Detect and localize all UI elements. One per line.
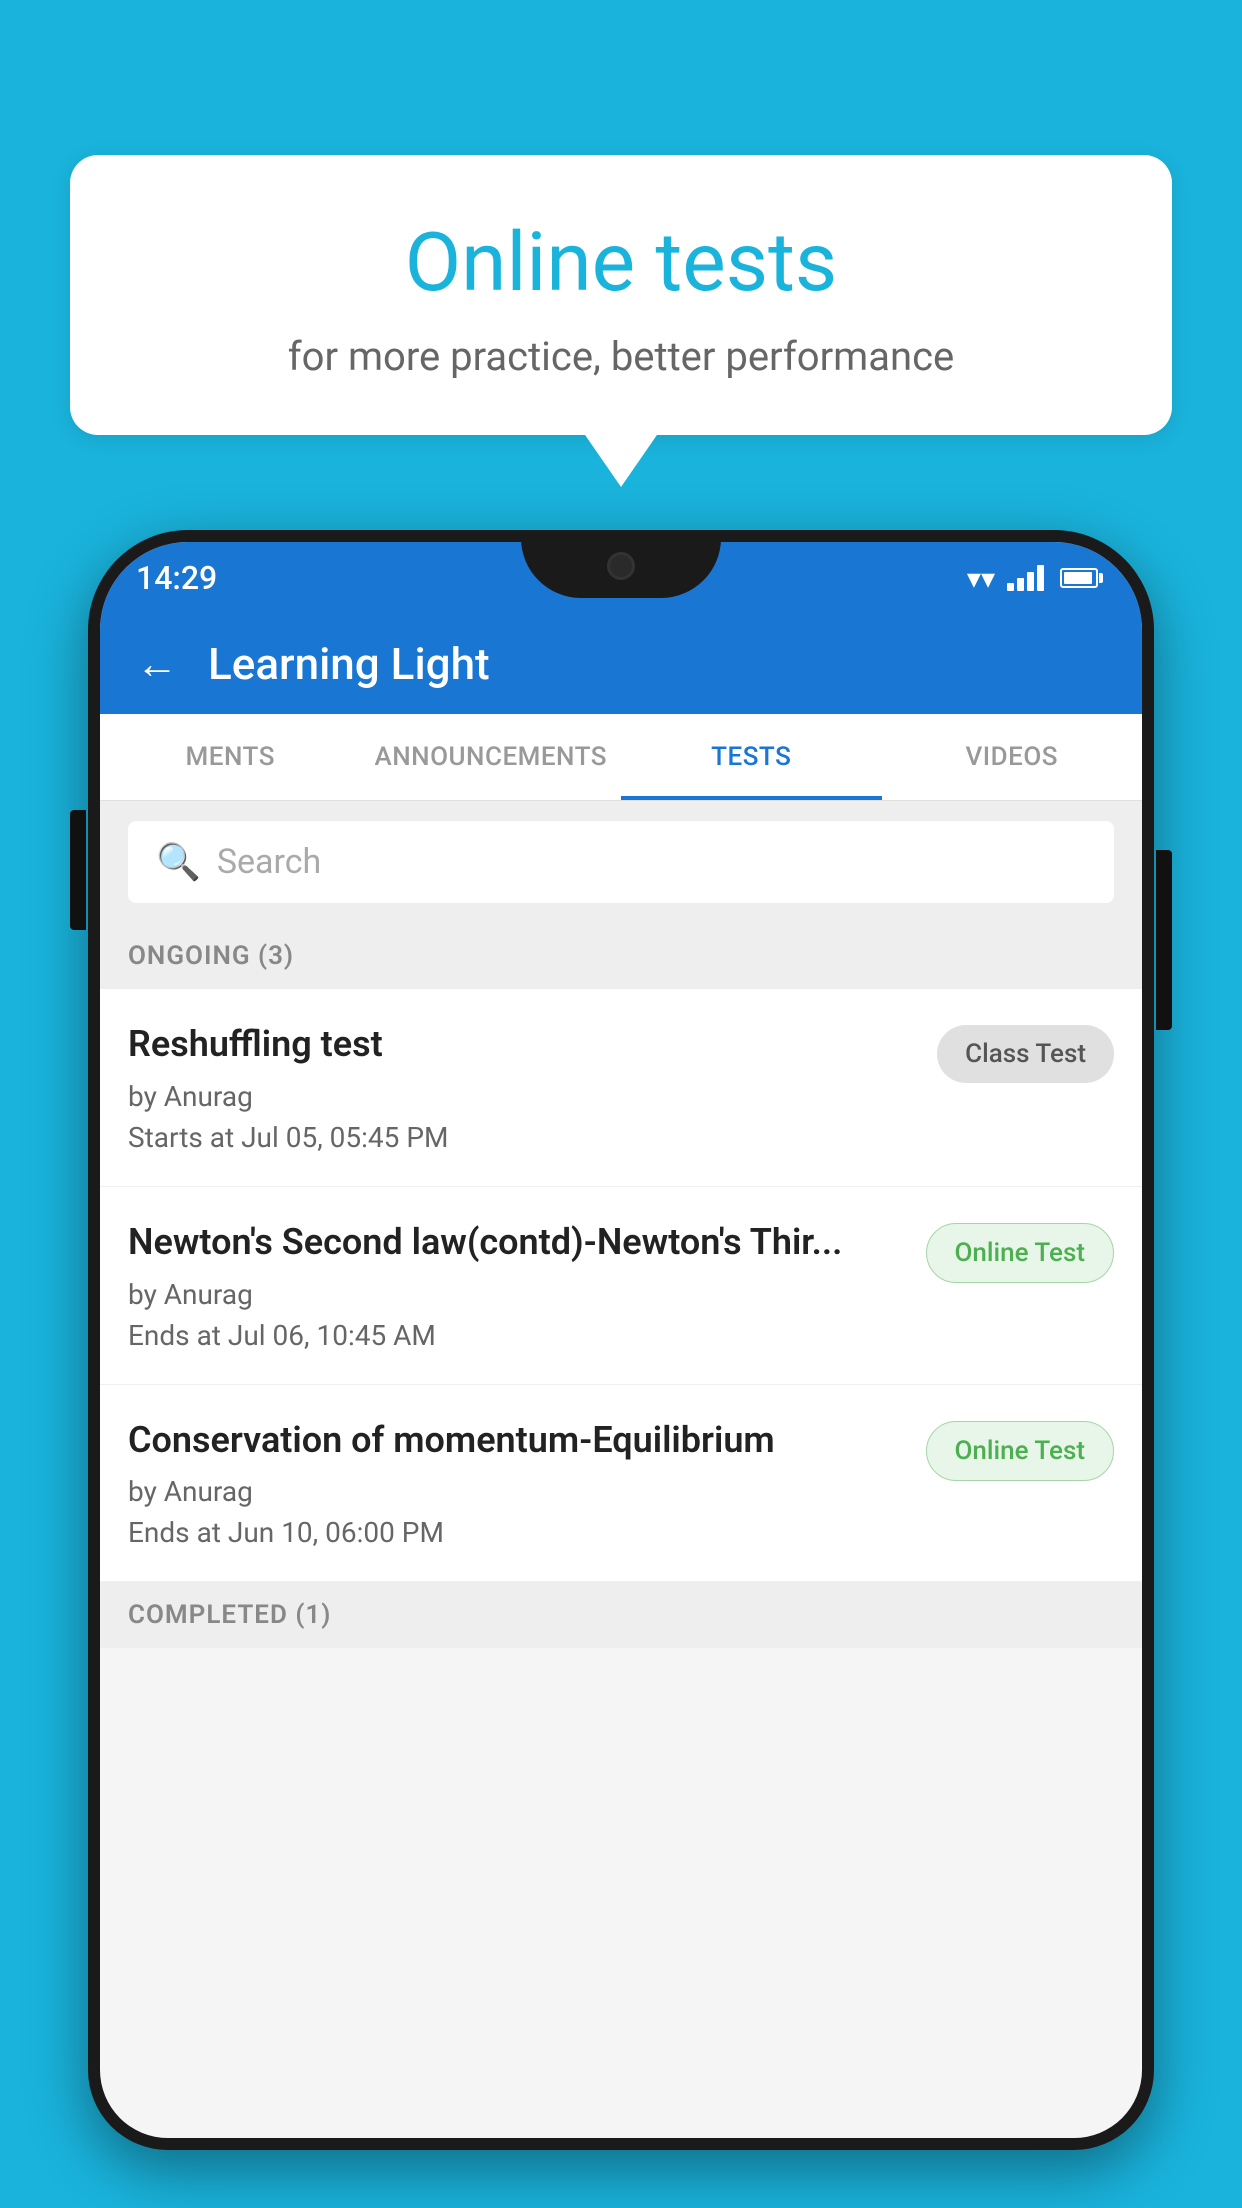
phone-screen: 14:29 ▾▾ ← Learning Light [100,542,1142,2138]
test-date: Starts at Jul 05, 05:45 PM [128,1121,917,1154]
bubble-title: Online tests [120,215,1122,311]
status-time: 14:29 [136,559,217,597]
online-test-badge: Online Test [926,1421,1115,1481]
ongoing-section-header: ONGOING (3) [100,923,1142,989]
test-info: Newton's Second law(contd)-Newton's Thir… [128,1219,906,1352]
back-button[interactable]: ← [136,640,178,689]
speech-bubble: Online tests for more practice, better p… [70,155,1172,435]
tabs-container: MENTS ANNOUNCEMENTS TESTS VIDEOS [100,714,1142,801]
camera [607,552,635,580]
search-bar[interactable]: 🔍 Search [128,821,1114,903]
app-header: ← Learning Light [100,614,1142,714]
bubble-subtitle: for more practice, better performance [120,333,1122,380]
battery-icon [1060,568,1098,588]
search-icon: 🔍 [156,841,201,883]
test-name: Conservation of momentum-Equilibrium [128,1417,906,1464]
test-author: by Anurag [128,1475,906,1508]
test-info: Conservation of momentum-Equilibrium by … [128,1417,906,1550]
test-date: Ends at Jul 06, 10:45 AM [128,1319,906,1352]
completed-section-header: COMPLETED (1) [100,1582,1142,1648]
signal-icon [1007,565,1044,591]
tab-tests[interactable]: TESTS [621,714,882,800]
test-info: Reshuffling test by Anurag Starts at Jul… [128,1021,917,1154]
status-icons: ▾▾ [967,562,1098,595]
search-placeholder: Search [217,842,321,882]
promo-banner: Online tests for more practice, better p… [70,155,1172,435]
tab-announcements[interactable]: ANNOUNCEMENTS [361,714,622,800]
online-test-badge: Online Test [926,1223,1115,1283]
tab-videos[interactable]: VIDEOS [882,714,1143,800]
phone-mockup: 14:29 ▾▾ ← Learning Light [88,530,1154,2208]
phone-body: 14:29 ▾▾ ← Learning Light [88,530,1154,2150]
ongoing-label: ONGOING (3) [128,941,294,971]
completed-label: COMPLETED (1) [128,1600,331,1630]
test-date: Ends at Jun 10, 06:00 PM [128,1516,906,1549]
tab-ments[interactable]: MENTS [100,714,361,800]
app-title: Learning Light [208,638,490,690]
test-author: by Anurag [128,1278,906,1311]
test-item[interactable]: Conservation of momentum-Equilibrium by … [100,1385,1142,1583]
test-author: by Anurag [128,1080,917,1113]
test-name: Reshuffling test [128,1021,917,1068]
class-test-badge: Class Test [937,1025,1114,1083]
test-item[interactable]: Reshuffling test by Anurag Starts at Jul… [100,989,1142,1187]
tests-list: Reshuffling test by Anurag Starts at Jul… [100,989,1142,1582]
test-name: Newton's Second law(contd)-Newton's Thir… [128,1219,906,1266]
wifi-icon: ▾▾ [967,562,995,595]
search-container: 🔍 Search [100,801,1142,923]
test-item[interactable]: Newton's Second law(contd)-Newton's Thir… [100,1187,1142,1385]
notch [521,530,721,598]
